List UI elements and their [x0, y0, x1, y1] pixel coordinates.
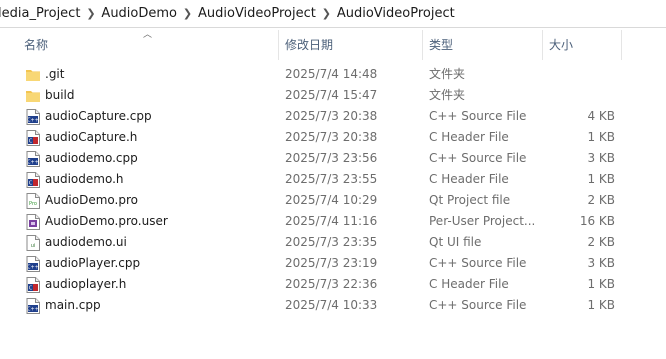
- file-modified-date: 2025/7/3 23:55: [285, 172, 378, 186]
- file-row[interactable]: C++ audiodemo.cpp 2025/7/3 23:56 C++ Source…: [0, 148, 666, 169]
- column-header-type[interactable]: 类型: [429, 30, 453, 60]
- svg-text:C: C: [29, 286, 33, 292]
- column-header-date[interactable]: 修改日期: [285, 30, 333, 60]
- file-modified-date: 2025/7/4 15:47: [285, 88, 378, 102]
- file-type: 文件夹: [429, 88, 466, 102]
- breadcrumb-bar: ledia_Project ❯ AudioDemo ❯ AudioVideoPr…: [0, 0, 666, 28]
- file-row[interactable]: AudioDemo.pro.user 2025/7/4 11:16 Per-User…: [0, 211, 666, 232]
- svg-text:C++: C++: [27, 160, 39, 166]
- file-row[interactable]: CaudioCapture.h 2025/7/3 20:38 C Header Fi…: [0, 127, 666, 148]
- file-size: 3 KB: [587, 256, 615, 270]
- column-divider[interactable]: [621, 30, 622, 60]
- file-size: 1 KB: [587, 172, 615, 186]
- file-modified-date: 2025/7/4 10:33: [285, 298, 378, 312]
- file-row[interactable]: C++ audioPlayer.cpp 2025/7/3 23:19 C++ Sour…: [0, 253, 666, 274]
- cpp-file-icon: C++: [26, 151, 40, 167]
- file-size: 4 KB: [587, 109, 615, 123]
- file-row[interactable]: C++ main.cpp 2025/7/4 10:33 C++ Source File…: [0, 295, 666, 316]
- column-divider[interactable]: [542, 30, 543, 60]
- file-row[interactable]: Caudioplayer.h 2025/7/3 22:36 C Header Fil…: [0, 274, 666, 295]
- svg-text:C++: C++: [27, 265, 39, 271]
- breadcrumb-item[interactable]: AudioVideoProject: [196, 6, 318, 21]
- chevron-right-icon[interactable]: ❯: [82, 7, 99, 20]
- column-header-row: ︿ 名称 修改日期 类型 大小: [0, 30, 666, 60]
- breadcrumb-item[interactable]: AudioVideoProject: [335, 6, 457, 21]
- column-divider[interactable]: [278, 30, 279, 60]
- file-modified-date: 2025/7/4 11:16: [285, 214, 378, 228]
- file-type: 文件夹: [429, 67, 466, 81]
- chevron-right-icon[interactable]: ❯: [318, 7, 335, 20]
- file-row[interactable]: ui audiodemo.ui 2025/7/3 23:35 Qt UI file 2 …: [0, 232, 666, 253]
- file-modified-date: 2025/7/4 10:29: [285, 193, 378, 207]
- chevron-right-icon[interactable]: ❯: [179, 7, 196, 20]
- file-row[interactable]: Pro AudioDemo.pro 2025/7/4 10:29 Qt Project…: [0, 190, 666, 211]
- file-type: C++ Source File: [429, 298, 527, 312]
- file-type: C++ Source File: [429, 151, 527, 165]
- file-name: audioplayer.h: [45, 277, 127, 291]
- svg-text:C++: C++: [27, 307, 39, 313]
- file-type: Qt UI file: [429, 235, 482, 249]
- file-name: audioCapture.h: [45, 130, 138, 144]
- sort-ascending-icon: ︿: [143, 30, 153, 40]
- breadcrumb: ledia_Project ❯ AudioDemo ❯ AudioVideoPr…: [0, 0, 457, 27]
- file-modified-date: 2025/7/3 23:19: [285, 256, 378, 270]
- folder-icon: [26, 88, 40, 104]
- header-file-icon: C: [26, 277, 40, 293]
- file-row[interactable]: build 2025/7/4 15:47 文件夹: [0, 85, 666, 106]
- breadcrumb-item[interactable]: ledia_Project: [0, 6, 82, 21]
- file-name: build: [45, 88, 75, 102]
- file-modified-date: 2025/7/3 23:56: [285, 151, 378, 165]
- file-name: audiodemo.ui: [45, 235, 127, 249]
- pro-file-icon: Pro: [26, 193, 40, 209]
- column-divider[interactable]: [422, 30, 423, 60]
- file-size: 1 KB: [587, 277, 615, 291]
- file-type: C Header File: [429, 172, 509, 186]
- header-file-icon: C: [26, 130, 40, 146]
- file-name: audiodemo.h: [45, 172, 124, 186]
- folder-icon: [26, 67, 40, 83]
- file-size: 2 KB: [587, 193, 615, 207]
- file-name: AudioDemo.pro: [45, 193, 138, 207]
- file-row[interactable]: .git 2025/7/4 14:48 文件夹: [0, 64, 666, 85]
- svg-text:ui: ui: [31, 243, 36, 249]
- file-size: 2 KB: [587, 235, 615, 249]
- file-size: 1 KB: [587, 298, 615, 312]
- file-modified-date: 2025/7/4 14:48: [285, 67, 378, 81]
- file-modified-date: 2025/7/3 23:35: [285, 235, 378, 249]
- file-name: .git: [45, 67, 65, 81]
- svg-text:Pro: Pro: [29, 201, 37, 207]
- file-name: audioPlayer.cpp: [45, 256, 141, 270]
- svg-text:C++: C++: [27, 118, 39, 124]
- file-modified-date: 2025/7/3 20:38: [285, 109, 378, 123]
- user-file-icon: [26, 214, 40, 230]
- file-type: C Header File: [429, 130, 509, 144]
- svg-text:C: C: [29, 181, 33, 187]
- file-name: audiodemo.cpp: [45, 151, 138, 165]
- file-size: 1 KB: [587, 130, 615, 144]
- breadcrumb-item[interactable]: AudioDemo: [99, 6, 179, 21]
- file-size: 3 KB: [587, 151, 615, 165]
- file-type: Per-User Project...: [429, 214, 536, 228]
- ui-file-icon: ui: [26, 235, 40, 251]
- svg-text:C: C: [29, 139, 33, 145]
- file-name: audioCapture.cpp: [45, 109, 152, 123]
- file-type: C++ Source File: [429, 109, 527, 123]
- file-type: Qt Project file: [429, 193, 511, 207]
- file-list: .git 2025/7/4 14:48 文件夹 build 2025/7/4 15:47…: [0, 64, 666, 316]
- column-header-size[interactable]: 大小: [549, 30, 573, 60]
- file-name: AudioDemo.pro.user: [45, 214, 168, 228]
- file-type: C++ Source File: [429, 256, 527, 270]
- file-name: main.cpp: [45, 298, 101, 312]
- file-modified-date: 2025/7/3 22:36: [285, 277, 378, 291]
- file-modified-date: 2025/7/3 20:38: [285, 130, 378, 144]
- cpp-file-icon: C++: [26, 256, 40, 272]
- file-row[interactable]: Caudiodemo.h 2025/7/3 23:55 C Header File 1…: [0, 169, 666, 190]
- column-header-name[interactable]: 名称: [24, 30, 48, 60]
- cpp-file-icon: C++: [26, 298, 40, 314]
- header-file-icon: C: [26, 172, 40, 188]
- file-type: C Header File: [429, 277, 509, 291]
- cpp-file-icon: C++: [26, 109, 40, 125]
- file-size: 16 KB: [579, 214, 615, 228]
- file-row[interactable]: C++ audioCapture.cpp 2025/7/3 20:38 C++ Sou…: [0, 106, 666, 127]
